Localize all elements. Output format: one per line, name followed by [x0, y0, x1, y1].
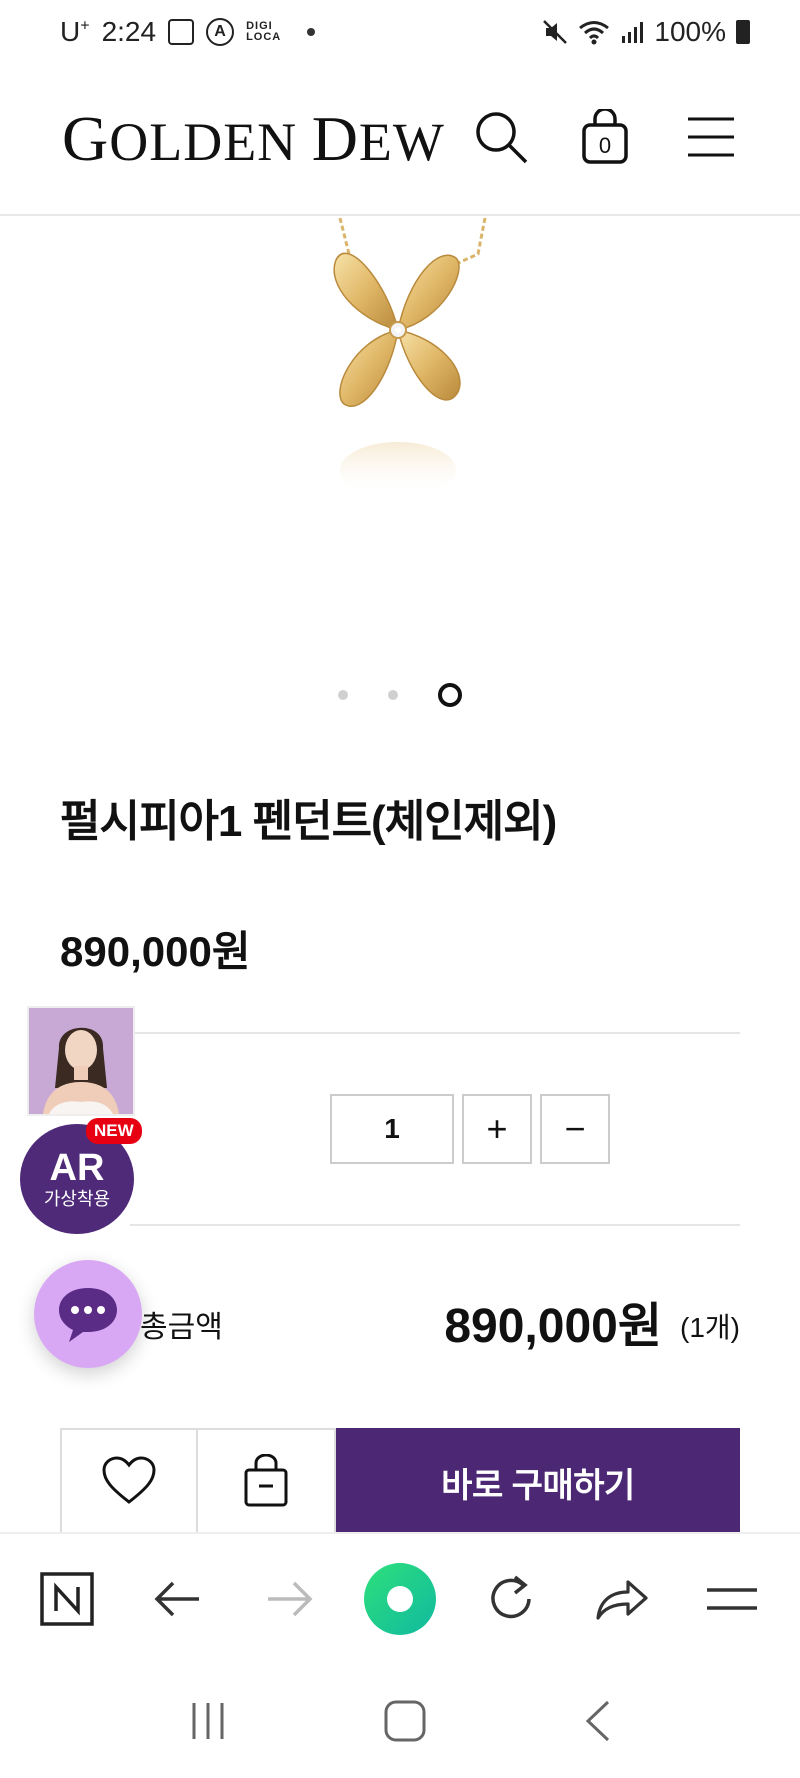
digi-loca-icon: DIGI LOCA: [246, 20, 282, 43]
divider: [130, 1224, 740, 1226]
chat-bubble-icon: [59, 1288, 117, 1342]
wishlist-button[interactable]: [60, 1428, 198, 1532]
status-left: U+ 2:24 A DIGI LOCA: [60, 16, 316, 48]
menu-button[interactable]: [676, 102, 746, 172]
refresh-icon: [491, 1575, 531, 1619]
cart-bag-icon: [244, 1454, 288, 1507]
buy-now-button[interactable]: 바로 구매하기: [336, 1428, 740, 1532]
total-amount: 890,000원: [444, 1300, 662, 1353]
a-app-icon: A: [206, 18, 235, 46]
chat-button[interactable]: [34, 1260, 142, 1368]
back-button[interactable]: [138, 1559, 218, 1639]
model-portrait: [29, 1008, 133, 1114]
new-badge: NEW: [86, 1118, 142, 1144]
status-right: 100%: [542, 16, 750, 48]
heart-icon: [102, 1456, 156, 1504]
add-to-cart-button[interactable]: [198, 1428, 336, 1532]
share-arrow-icon: [596, 1580, 648, 1620]
reload-button[interactable]: [471, 1559, 551, 1639]
ar-label: AR: [49, 1147, 105, 1189]
green-dot-button[interactable]: [360, 1559, 440, 1639]
product-price: 890,000원: [60, 928, 251, 975]
system-nav-bar: [0, 1664, 800, 1778]
naver-home-button[interactable]: [27, 1559, 107, 1639]
carousel-dot-2[interactable]: [388, 690, 398, 700]
product-image[interactable]: [0, 218, 800, 658]
notification-dot-icon: [307, 28, 316, 36]
golden-dew-logo[interactable]: GOLDEN DEW: [62, 102, 445, 176]
quantity-plus-button[interactable]: +: [462, 1094, 532, 1164]
quantity-stepper: 1 + −: [330, 1094, 610, 1164]
quantity-minus-button[interactable]: −: [540, 1094, 610, 1164]
model-thumbnail[interactable]: [27, 1006, 135, 1116]
cart-button[interactable]: 0: [570, 102, 640, 172]
share-button[interactable]: [582, 1559, 662, 1639]
site-header: GOLDEN DEW 0: [0, 80, 800, 216]
pendant-illustration: [333, 218, 487, 498]
total-count: (1개): [680, 1312, 740, 1343]
gallery-icon: [168, 19, 195, 45]
mute-icon: [543, 20, 568, 44]
home-icon[interactable]: [383, 1699, 427, 1743]
signal-icon: [622, 22, 644, 43]
battery-percent: 100%: [654, 16, 726, 47]
forward-button[interactable]: [249, 1559, 329, 1639]
svg-text:0: 0: [599, 133, 611, 158]
divider: [130, 1032, 740, 1034]
recent-apps-icon[interactable]: [188, 1701, 228, 1741]
shopping-bag-icon: 0: [582, 109, 628, 164]
quantity-input[interactable]: 1: [330, 1094, 454, 1164]
arrow-left-icon: [154, 1581, 200, 1617]
product-title: 펄시피아1 펜던트(체인제외): [60, 797, 557, 846]
image-carousel-dots: [0, 680, 800, 710]
status-time: 2:24: [101, 16, 157, 47]
ar-sub-label: 가상착용: [43, 1189, 111, 1209]
hamburger-menu-icon: [688, 117, 734, 157]
carousel-dot-1[interactable]: [338, 690, 348, 700]
naver-green-dot-icon: [363, 1563, 436, 1635]
battery-icon: [736, 20, 750, 44]
naver-n-icon: [40, 1572, 95, 1626]
carousel-dot-3-active[interactable]: [438, 683, 462, 707]
carrier: U+: [60, 16, 90, 47]
status-bar: U+ 2:24 A DIGI LOCA 100%: [0, 0, 800, 70]
arrow-right-icon: [268, 1581, 313, 1617]
total-label: 총금액: [140, 1311, 223, 1344]
browser-menu-icon: [707, 1588, 758, 1610]
search-icon: [476, 112, 528, 164]
search-button[interactable]: [466, 102, 536, 172]
browser-menu-button[interactable]: [692, 1559, 772, 1639]
wifi-icon: [579, 21, 610, 45]
system-back-icon[interactable]: [582, 1699, 612, 1743]
purchase-action-bar: 바로 구매하기: [60, 1428, 740, 1532]
browser-toolbar: [0, 1532, 800, 1664]
